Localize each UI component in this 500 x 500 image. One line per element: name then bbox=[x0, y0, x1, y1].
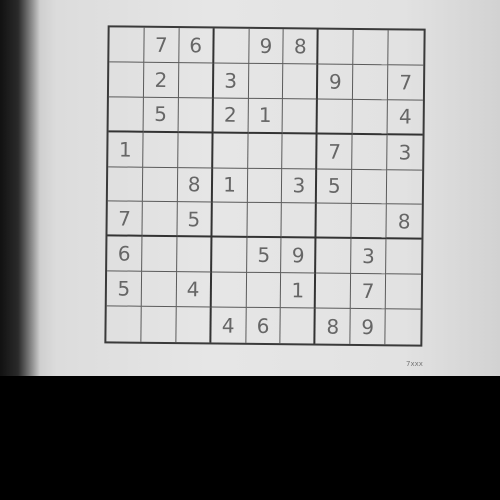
sudoku-cell-r3c1[interactable] bbox=[108, 97, 144, 133]
sudoku-cell-r4c5[interactable] bbox=[247, 133, 283, 169]
sudoku-cell-r3c7[interactable] bbox=[317, 99, 354, 135]
sudoku-cell-r6c8[interactable] bbox=[351, 204, 387, 240]
sudoku-cell-r2c6[interactable] bbox=[283, 64, 319, 100]
sudoku-cell-r5c5[interactable] bbox=[247, 168, 283, 204]
left-shadow bbox=[0, 0, 40, 376]
sudoku-cell-r4c7[interactable]: 7 bbox=[317, 134, 353, 170]
sudoku-cell-r8c9[interactable] bbox=[385, 274, 422, 310]
sudoku-cell-r8c1[interactable]: 5 bbox=[106, 271, 142, 307]
sudoku-cell-r7c8[interactable]: 3 bbox=[351, 239, 387, 275]
sudoku-cell-r1c3[interactable]: 6 bbox=[179, 28, 215, 64]
sudoku-cell-r7c7[interactable] bbox=[316, 238, 352, 275]
sudoku-cell-r4c3[interactable] bbox=[177, 132, 214, 168]
sudoku-cell-r3c5[interactable]: 1 bbox=[248, 98, 284, 134]
sudoku-cell-r7c3[interactable] bbox=[176, 237, 213, 273]
sudoku-cell-r9c5[interactable]: 6 bbox=[245, 307, 282, 344]
sudoku-cell-r8c3[interactable]: 4 bbox=[176, 272, 212, 308]
sudoku-cell-r8c4[interactable] bbox=[211, 272, 247, 308]
sudoku-cell-r2c7[interactable]: 9 bbox=[318, 64, 354, 100]
sudoku-cell-r1c4[interactable] bbox=[213, 28, 250, 64]
sudoku-cell-r9c9[interactable] bbox=[385, 309, 420, 344]
photo-scene: 7698239752141738135758659354174689 7xxx bbox=[0, 0, 500, 500]
sudoku-cell-r7c2[interactable] bbox=[141, 237, 178, 273]
sudoku-cell-r9c4[interactable]: 4 bbox=[211, 307, 247, 343]
sudoku-cell-r5c7[interactable]: 5 bbox=[317, 169, 353, 205]
sudoku-cell-r2c3[interactable] bbox=[178, 62, 214, 99]
sudoku-cell-r3c8[interactable] bbox=[352, 99, 389, 135]
sudoku-cell-r9c3[interactable] bbox=[176, 307, 212, 343]
sudoku-cell-r6c4[interactable] bbox=[212, 202, 248, 239]
sudoku-cell-r3c9[interactable]: 4 bbox=[387, 100, 423, 136]
sudoku-cell-r5c9[interactable] bbox=[386, 169, 423, 206]
sudoku-grid: 7698239752141738135758659354174689 bbox=[104, 25, 426, 347]
sudoku-cell-r8c7[interactable] bbox=[316, 273, 352, 310]
sudoku-cell-r4c4[interactable] bbox=[212, 133, 249, 169]
sudoku-cell-r6c5[interactable] bbox=[246, 203, 283, 239]
sudoku-cell-r4c2[interactable] bbox=[143, 132, 179, 168]
sudoku-cell-r7c1[interactable]: 6 bbox=[107, 236, 143, 272]
sudoku-cell-r9c6[interactable] bbox=[280, 308, 317, 344]
sudoku-cell-r7c4[interactable] bbox=[211, 237, 247, 274]
sudoku-cell-r4c8[interactable] bbox=[352, 134, 388, 170]
sudoku-cell-r1c5[interactable]: 9 bbox=[248, 28, 285, 65]
sudoku-cell-r6c3[interactable]: 5 bbox=[177, 202, 213, 238]
sudoku-cell-r4c6[interactable] bbox=[282, 133, 318, 170]
sudoku-cell-r9c7[interactable]: 8 bbox=[315, 308, 351, 344]
sudoku-cell-r1c2[interactable]: 7 bbox=[144, 27, 180, 63]
puzzle-code: 7xxx bbox=[406, 360, 423, 368]
sudoku-cell-r7c5[interactable]: 5 bbox=[246, 238, 282, 274]
sudoku-cell-r3c2[interactable]: 5 bbox=[143, 97, 179, 133]
sudoku-cell-r1c7[interactable] bbox=[318, 29, 354, 65]
sudoku-cell-r6c7[interactable] bbox=[316, 203, 353, 240]
sudoku-cell-r1c6[interactable]: 8 bbox=[283, 29, 319, 65]
sudoku-cell-r6c2[interactable] bbox=[142, 202, 178, 238]
sudoku-cell-r6c9[interactable]: 8 bbox=[386, 204, 422, 240]
sudoku-cell-r8c6[interactable]: 1 bbox=[281, 273, 317, 309]
sudoku-cell-r2c2[interactable]: 2 bbox=[143, 62, 180, 98]
sudoku-cell-r5c8[interactable] bbox=[352, 169, 388, 205]
sudoku-cell-r9c2[interactable] bbox=[141, 306, 177, 343]
sudoku-cell-r4c9[interactable]: 3 bbox=[387, 134, 423, 171]
sudoku-cell-r1c9[interactable] bbox=[388, 30, 424, 66]
sudoku-cell-r7c9[interactable] bbox=[386, 239, 422, 275]
sudoku-cell-r1c8[interactable] bbox=[353, 29, 389, 66]
sudoku-cell-r5c6[interactable]: 3 bbox=[282, 168, 318, 204]
sudoku-cell-r9c1[interactable] bbox=[106, 306, 142, 342]
sudoku-cell-r3c3[interactable] bbox=[178, 97, 214, 134]
sudoku-cell-r8c8[interactable]: 7 bbox=[350, 274, 387, 310]
sudoku-cell-r2c9[interactable]: 7 bbox=[388, 65, 424, 101]
sudoku-cell-r5c2[interactable] bbox=[142, 167, 178, 203]
sudoku-cell-r2c5[interactable] bbox=[248, 63, 284, 99]
sudoku-cell-r2c1[interactable] bbox=[108, 62, 145, 98]
sudoku-cell-r8c5[interactable] bbox=[246, 273, 282, 309]
sudoku-cell-r6c1[interactable]: 7 bbox=[107, 201, 143, 238]
sudoku-cell-r5c4[interactable]: 1 bbox=[212, 167, 248, 204]
sudoku-cell-r4c1[interactable]: 1 bbox=[108, 132, 144, 168]
sudoku-cell-r1c1[interactable] bbox=[109, 27, 145, 63]
sudoku-cell-r7c6[interactable]: 9 bbox=[281, 238, 317, 274]
sudoku-cell-r8c2[interactable] bbox=[141, 271, 177, 308]
sudoku-cell-r2c8[interactable] bbox=[353, 64, 389, 101]
sudoku-cell-r3c6[interactable] bbox=[282, 98, 319, 135]
sudoku-cell-r9c8[interactable]: 9 bbox=[350, 309, 386, 345]
sudoku-cell-r5c1[interactable] bbox=[107, 166, 144, 203]
sudoku-cell-r6c6[interactable] bbox=[281, 203, 318, 239]
sudoku-cell-r5c3[interactable]: 8 bbox=[177, 167, 213, 203]
sudoku-cell-r2c4[interactable]: 3 bbox=[213, 63, 249, 99]
sudoku-cell-r3c4[interactable]: 2 bbox=[213, 98, 249, 134]
